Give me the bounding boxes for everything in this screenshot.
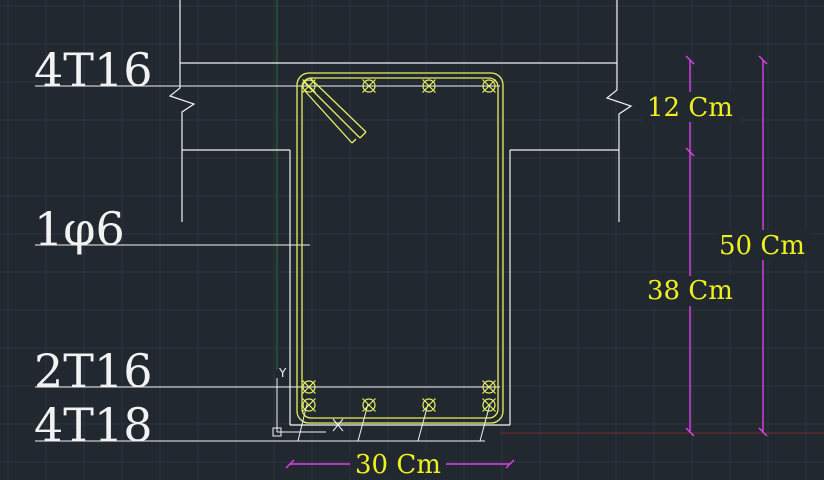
cad-drawing-canvas[interactable]: 4T16 1φ6 2T16 4T18 12 Cm 38 Cm 50 Cm 30 … [0,0,824,480]
stirrup [296,72,504,424]
bottom-bars-label: 4T18 [34,398,152,452]
top-bars-label: 4T16 [34,43,152,97]
dimension-middle-text: 38 Cm [647,276,733,306]
dimension-top-text: 12 Cm [647,93,733,123]
concrete-outline [168,0,633,426]
rebar-bar [362,398,376,412]
beam-section-drawing: 4T16 1φ6 2T16 4T18 12 Cm 38 Cm 50 Cm 30 … [0,0,824,480]
stirrup-label: 1φ6 [34,202,125,256]
rebar-bar [302,398,316,412]
rebar-group [302,79,496,412]
dimension-total-text: 50 Cm [719,231,805,261]
dimension-width-text: 30 Cm [355,450,441,480]
rebar-bar [422,398,436,412]
ucs-y-label: Y [278,366,287,380]
mid-bars-label: 2T16 [34,344,152,398]
